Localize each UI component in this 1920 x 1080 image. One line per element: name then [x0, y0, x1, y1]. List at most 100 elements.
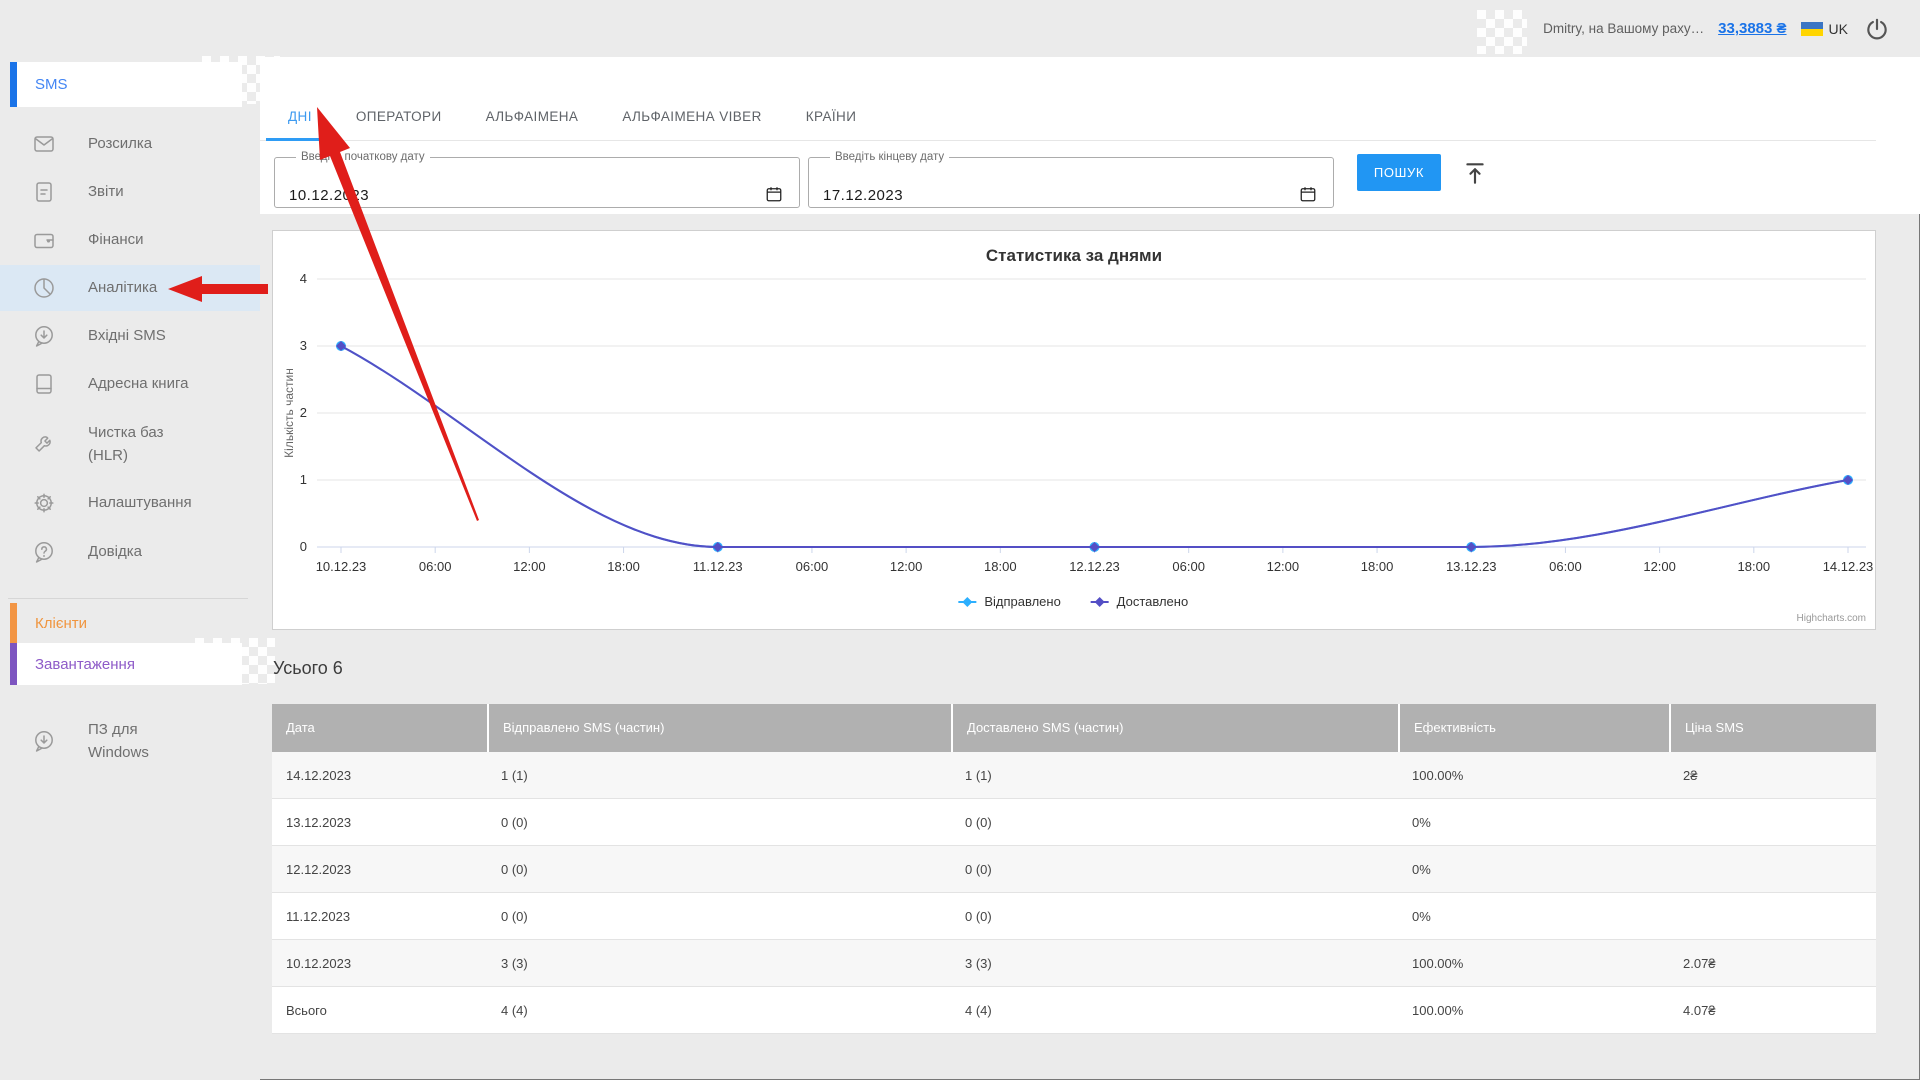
table-header-cell: Ціна SMS	[1669, 704, 1876, 752]
sidebar-item-wrench[interactable]: Чистка баз(HLR)	[0, 415, 260, 473]
table-cell: 0 (0)	[951, 799, 1398, 845]
sidebar-item-label: Розсилка	[88, 132, 152, 155]
svg-text:12:00: 12:00	[890, 559, 923, 574]
statistics-table: ДатаВідправлено SMS (частин)Доставлено S…	[272, 704, 1876, 1034]
table-row: 11.12.20230 (0)0 (0)0%	[272, 893, 1876, 940]
tab-країни[interactable]: КРАЇНИ	[784, 92, 879, 141]
sidebar-item-label: Налаштування	[88, 491, 192, 514]
svg-text:4: 4	[300, 271, 307, 286]
logout-button[interactable]	[1862, 14, 1892, 44]
language-selector[interactable]: UK	[1801, 21, 1848, 37]
svg-text:Статистика за днями: Статистика за днями	[986, 246, 1162, 265]
table-cell: 3 (3)	[951, 940, 1398, 986]
table-cell: 12.12.2023	[272, 846, 487, 892]
tab-bar: ДНІОПЕРАТОРИАЛЬФАІМЕНААЛЬФАІМЕНА VIBERКР…	[266, 92, 878, 141]
svg-text:Кількість частин: Кількість частин	[282, 368, 296, 458]
sidebar: SMS Розсилка Звіти Фінанси Аналітика Вхі…	[0, 0, 260, 1080]
table-row: Всього4 (4)4 (4)100.00%4.07₴	[272, 987, 1876, 1034]
end-date-value[interactable]: 17.12.2023	[823, 187, 903, 204]
sidebar-item-wallet[interactable]: Фінанси	[0, 217, 260, 263]
help-icon	[32, 540, 56, 564]
table-cell: 4.07₴	[1669, 987, 1876, 1033]
svg-text:18:00: 18:00	[1361, 559, 1394, 574]
table-header-cell: Доставлено SMS (частин)	[951, 704, 1398, 752]
table-cell	[1669, 846, 1876, 892]
balance-link[interactable]: 33,3883 ₴	[1718, 20, 1786, 37]
svg-text:18:00: 18:00	[1738, 559, 1771, 574]
table-cell: 2₴	[1669, 752, 1876, 798]
svg-text:06:00: 06:00	[1172, 559, 1205, 574]
sidebar-item-label: Вхідні SMS	[88, 324, 166, 347]
table-cell: 0%	[1398, 893, 1669, 939]
table-cell: 0 (0)	[487, 799, 951, 845]
svg-text:06:00: 06:00	[1549, 559, 1582, 574]
tab-дні[interactable]: ДНІ	[266, 92, 334, 141]
tab-оператори[interactable]: ОПЕРАТОРИ	[334, 92, 464, 141]
sidebar-item-envelope[interactable]: Розсилка	[0, 121, 260, 167]
sidebar-section-clients[interactable]: Клієнти	[10, 603, 242, 643]
svg-text:0: 0	[300, 539, 307, 554]
start-date-value[interactable]: 10.12.2023	[289, 187, 369, 204]
table-cell: 1 (1)	[951, 752, 1398, 798]
table-cell: 11.12.2023	[272, 893, 487, 939]
sidebar-item-gear[interactable]: Налаштування	[0, 480, 260, 526]
table-cell	[1669, 893, 1876, 939]
table-cell: 0 (0)	[487, 893, 951, 939]
sidebar-section-sms[interactable]: SMS	[10, 62, 242, 107]
sidebar-item-help[interactable]: Довідка	[0, 529, 260, 575]
svg-text:12.12.23: 12.12.23	[1069, 559, 1120, 574]
end-date-field[interactable]: Введіть кінцеву дату 17.12.2023	[808, 151, 1334, 208]
wallet-icon	[32, 228, 56, 252]
top-header: Dmitry, на Вашому раху… 33,3883 ₴ UK	[0, 0, 1920, 57]
table-header-cell: Відправлено SMS (частин)	[487, 704, 951, 752]
legend-item-delivered[interactable]: Доставлено	[1091, 594, 1189, 609]
svg-text:13.12.23: 13.12.23	[1446, 559, 1497, 574]
user-balance-text: Dmitry, на Вашому раху…	[1543, 21, 1704, 36]
legend-item-sent[interactable]: Відправлено	[958, 594, 1060, 609]
sidebar-item-label: Звіти	[88, 180, 124, 203]
tab-альфаімена-viber[interactable]: АЛЬФАІМЕНА VIBER	[600, 92, 783, 141]
app-root: Dmitry, на Вашому раху… 33,3883 ₴ UK SMS…	[0, 0, 1920, 1080]
sidebar-item-report[interactable]: Звіти	[0, 169, 260, 215]
svg-text:12:00: 12:00	[1267, 559, 1300, 574]
envelope-icon	[32, 132, 56, 156]
report-icon	[32, 180, 56, 204]
sidebar-item-download[interactable]: ПЗ дляWindows	[0, 712, 260, 770]
table-cell: 13.12.2023	[272, 799, 487, 845]
ukraine-flag-icon	[1801, 22, 1823, 36]
tab-альфаімена[interactable]: АЛЬФАІМЕНА	[464, 92, 601, 141]
table-cell: 10.12.2023	[272, 940, 487, 986]
table-cell: 0%	[1398, 799, 1669, 845]
table-header-cell: Дата	[272, 704, 487, 752]
table-header-cell: Ефективність	[1398, 704, 1669, 752]
svg-text:12:00: 12:00	[1643, 559, 1676, 574]
calendar-icon[interactable]	[1299, 185, 1317, 203]
sidebar-item-pie[interactable]: Аналітика	[0, 265, 260, 311]
start-date-field[interactable]: Введіть початкову дату 10.12.2023	[274, 151, 800, 208]
sidebar-item-book[interactable]: Адресна книга	[0, 361, 260, 407]
sidebar-item-inbox[interactable]: Вхідні SMS	[0, 313, 260, 359]
table-cell: 0 (0)	[951, 893, 1398, 939]
svg-text:1: 1	[300, 472, 307, 487]
svg-text:06:00: 06:00	[419, 559, 452, 574]
table-cell: 1 (1)	[487, 752, 951, 798]
export-upload-icon[interactable]	[1462, 160, 1488, 186]
inbox-icon	[32, 324, 56, 348]
sidebar-item-label: Фінанси	[88, 228, 144, 251]
sidebar-section-downloads[interactable]: Завантаження	[10, 643, 242, 685]
calendar-icon[interactable]	[765, 185, 783, 203]
svg-text:18:00: 18:00	[607, 559, 640, 574]
table-cell: 0%	[1398, 846, 1669, 892]
downloads-section-label: Завантаження	[35, 656, 135, 673]
sidebar-item-label: Чистка баз(HLR)	[88, 421, 163, 468]
svg-text:2: 2	[300, 405, 307, 420]
table-cell: 4 (4)	[487, 987, 951, 1033]
totals-label: Усього 6	[273, 658, 343, 679]
svg-text:11.12.23: 11.12.23	[693, 559, 743, 574]
download-icon	[32, 729, 56, 753]
svg-text:Доставлено: Доставлено	[1117, 594, 1189, 609]
sidebar-item-label: Аналітика	[88, 276, 157, 299]
pie-icon	[32, 276, 56, 300]
search-button[interactable]: ПОШУК	[1357, 154, 1441, 191]
table-cell: 100.00%	[1398, 987, 1669, 1033]
